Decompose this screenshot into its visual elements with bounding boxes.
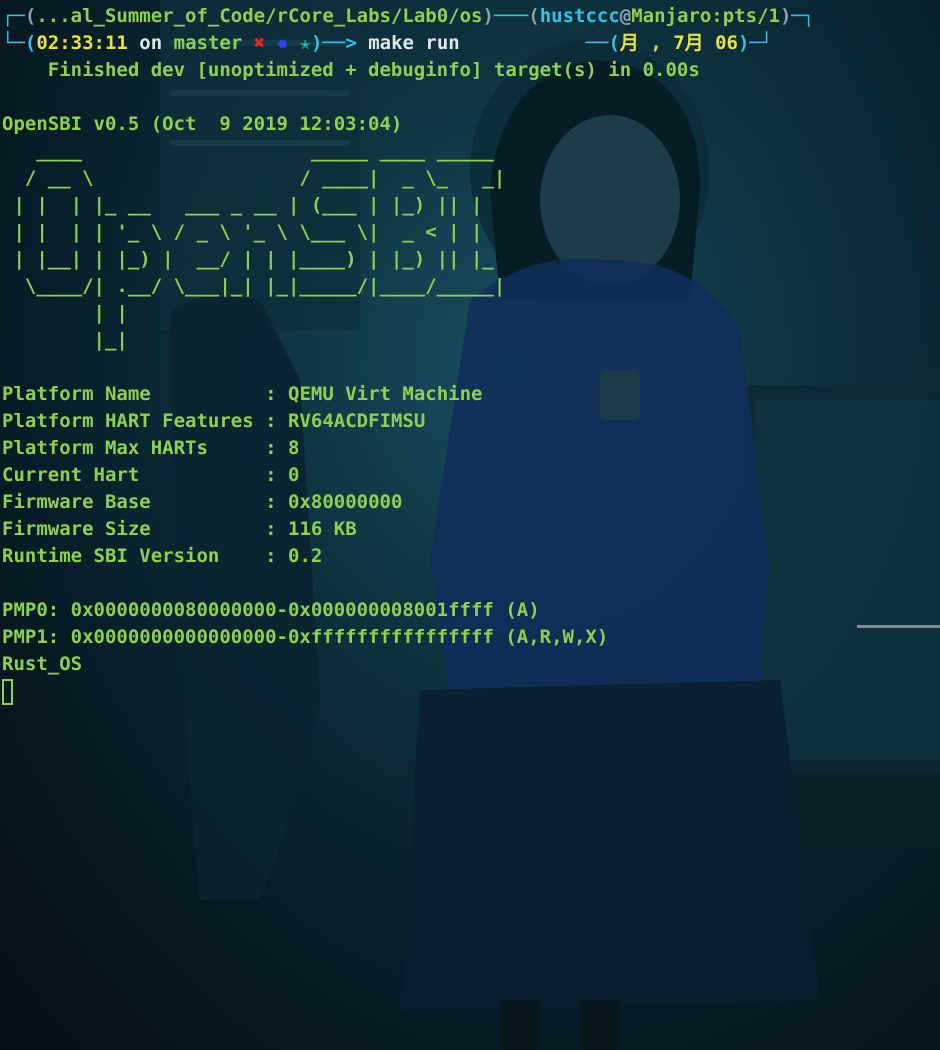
platform-value: 0x80000000 (288, 491, 403, 513)
platform-info: Platform Name : QEMU Virt Machine Platfo… (2, 381, 814, 570)
terminal-cursor[interactable] (2, 678, 13, 705)
opensbi-version: OpenSBI v0.5 (Oct 9 2019 12:03:04) (2, 113, 403, 135)
platform-value: 116 KB (288, 518, 357, 540)
platform-key: Platform Name (2, 383, 254, 405)
prompt-date: 月 , 7月 06 (619, 32, 738, 54)
platform-key: Current Hart (2, 464, 254, 486)
platform-key: Platform HART Features (2, 410, 254, 432)
platform-row: Firmware Size : 116 KB (2, 518, 357, 540)
platform-value: 0.2 (288, 545, 323, 567)
logo-line: |_| (2, 329, 128, 351)
path-open: ( (24, 5, 37, 27)
date-dash: ──( (585, 32, 620, 54)
os-output: Rust_OS (2, 653, 83, 675)
prompt-dash: ─── (493, 5, 529, 27)
command-text: make run (368, 32, 460, 54)
logo-line: \____/| .__/ \___|_| |_|_____/|____/____… (2, 275, 506, 297)
prompt-corner-tr: ─┐ (791, 5, 815, 27)
platform-row: Platform Max HARTs : 8 (2, 437, 300, 459)
time-close: ) (310, 32, 323, 54)
git-modified-icon: ✹ (276, 32, 289, 54)
pmp-line: PMP1: 0x0000000000000000-0xfffffffffffff… (2, 626, 609, 648)
platform-row: Platform HART Features : RV64ACDFIMSU (2, 410, 426, 432)
path-close: ) (482, 5, 494, 27)
git-branch: master (173, 32, 243, 54)
logo-line: | |__| | |_) | __/ | | |____) | |_) || |… (2, 248, 494, 270)
prompt-at: @ (619, 5, 632, 27)
git-untracked-star-icon: ✭ (299, 32, 311, 54)
platform-value: RV64ACDFIMSU (288, 410, 426, 432)
prompt-corner-bl: └─ (2, 32, 25, 54)
prompt-corner-br: ─┘ (749, 32, 773, 54)
git-dirty-x-icon: ✖ (253, 32, 266, 54)
platform-row: Runtime SBI Version : 0.2 (2, 545, 323, 567)
time-open: ( (24, 32, 37, 54)
date-close: ) (737, 32, 750, 54)
prompt-line-1: ┌─(...al_Summer_of_Code/rCore_Labs/Lab0/… (2, 3, 814, 30)
user-close: ) (779, 5, 792, 27)
cursor-line[interactable] (2, 678, 814, 705)
pmp-line: PMP0: 0x0000000080000000-0x000000008001f… (2, 599, 540, 621)
opensbi-ascii-logo: ____ _____ ____ _____ / __ \ / ____| _ \… (2, 138, 814, 354)
prompt-line-2: └─(02:33:11 on master ✖ ✹ ✭)──> make run… (2, 30, 814, 57)
platform-key: Runtime SBI Version (2, 545, 254, 567)
platform-key: Firmware Base (2, 491, 254, 513)
prompt-arrow: ──> (322, 32, 357, 54)
logo-line: | | | |_ __ ___ _ __ | (___ | |_) || | (2, 194, 483, 216)
terminal[interactable]: ┌─(...al_Summer_of_Code/rCore_Labs/Lab0/… (2, 3, 814, 705)
logo-line: / __ \ / ____| _ \_ _| (2, 167, 506, 189)
prompt-user: hustccc (539, 5, 620, 27)
logo-line: | | | | '_ \ / _ \ '_ \ \___ \| _ < | | (2, 221, 483, 243)
platform-value: 8 (288, 437, 300, 459)
prompt-time: 02:33:11 (36, 32, 128, 54)
platform-row: Platform Name : QEMU Virt Machine (2, 383, 483, 405)
logo-line: ____ _____ ____ _____ (2, 140, 494, 162)
user-open: ( (528, 5, 540, 27)
prompt-on: on (127, 32, 174, 54)
platform-row: Current Hart : 0 (2, 464, 300, 486)
logo-line: | | (2, 302, 128, 324)
platform-value: 0 (288, 464, 300, 486)
prompt-path: ...al_Summer_of_Code/rCore_Labs/Lab0/os (36, 5, 483, 27)
platform-row: Firmware Base : 0x80000000 (2, 491, 403, 513)
cargo-finished-line: Finished dev [unoptimized + debuginfo] t… (2, 59, 700, 81)
platform-key: Platform Max HARTs (2, 437, 254, 459)
platform-key: Firmware Size (2, 518, 254, 540)
prompt-host: Manjaro:pts/1 (631, 5, 780, 27)
prompt-corner-tl: ┌─ (2, 5, 25, 27)
platform-value: QEMU Virt Machine (288, 383, 483, 405)
